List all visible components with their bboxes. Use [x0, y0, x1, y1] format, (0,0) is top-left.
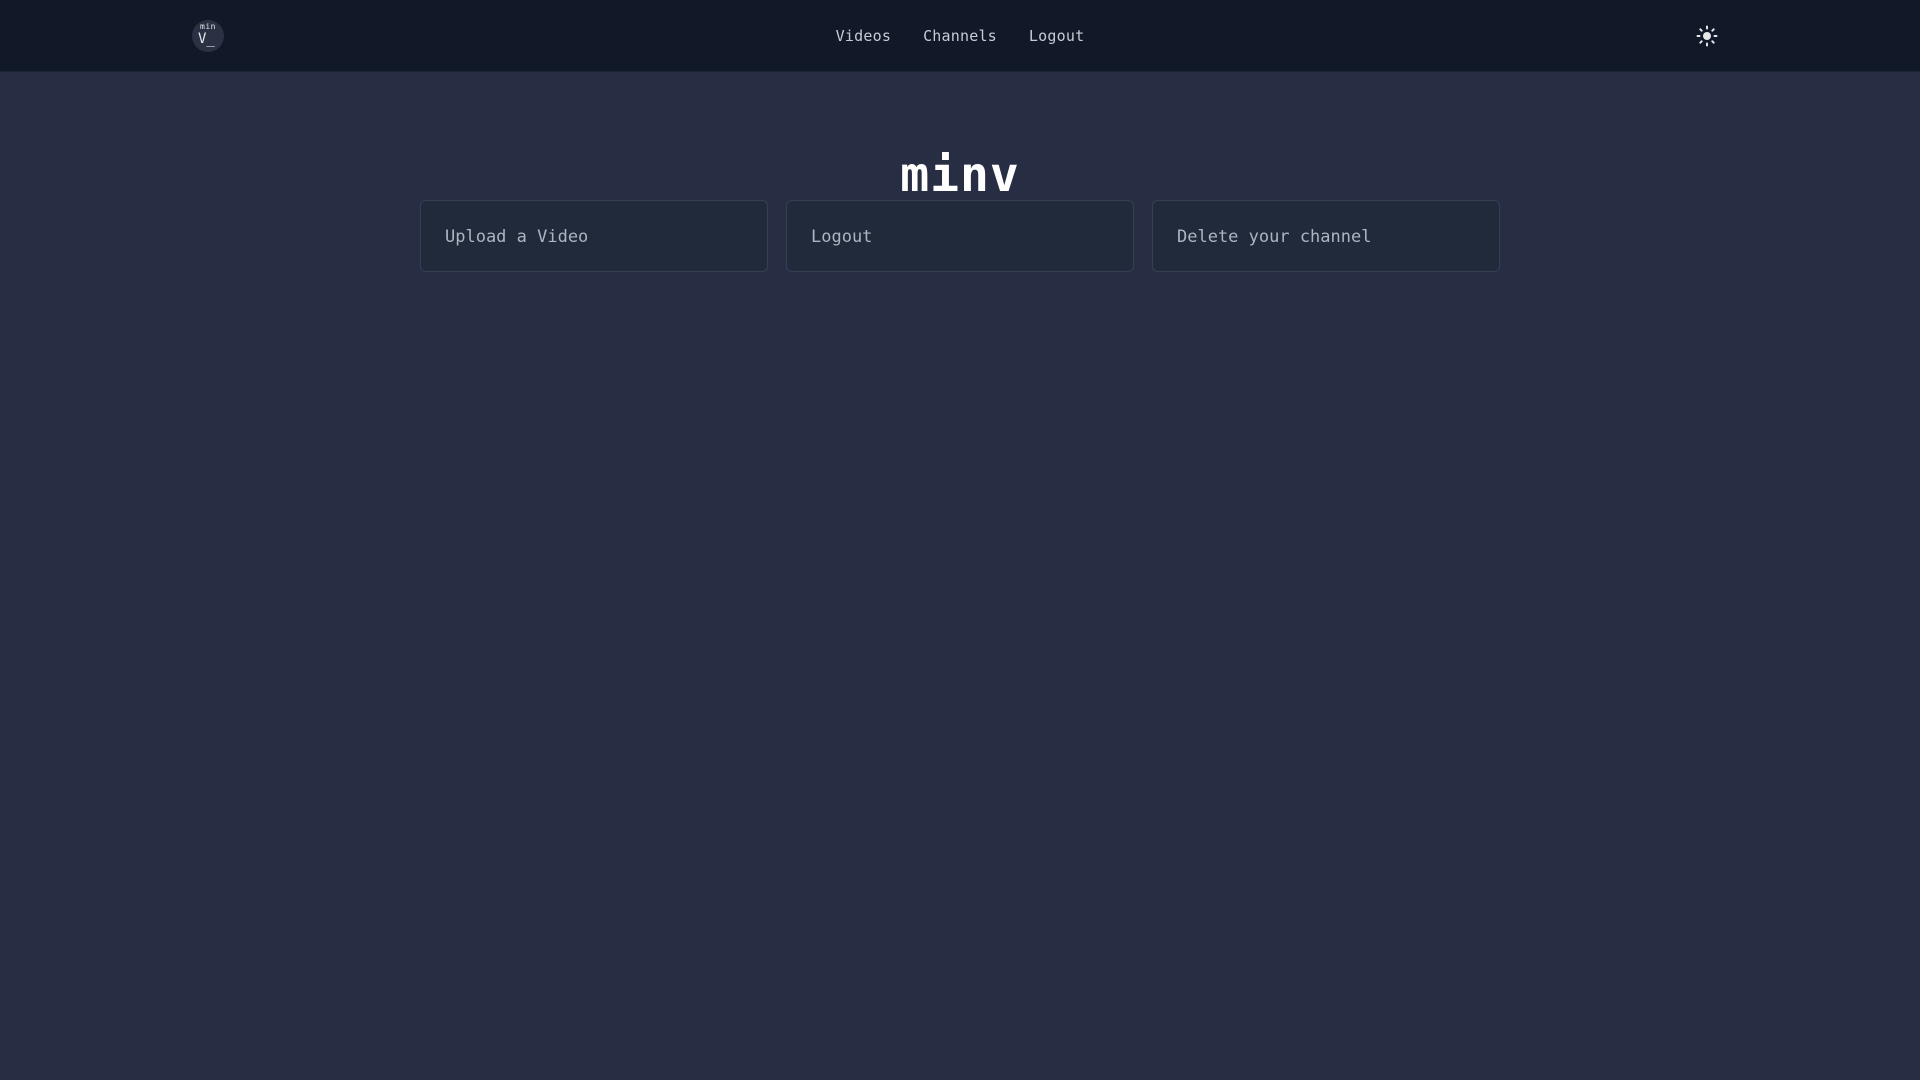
page-title: minv: [900, 147, 1020, 204]
delete-channel-card[interactable]: Delete your channel: [1152, 200, 1500, 272]
top-navbar: min V_ Videos Channels Logout: [0, 0, 1920, 72]
main-nav: Videos Channels Logout: [0, 0, 1920, 72]
nav-link-channels[interactable]: Channels: [923, 27, 997, 45]
nav-link-logout[interactable]: Logout: [1029, 27, 1084, 45]
nav-link-videos[interactable]: Videos: [836, 27, 891, 45]
upload-video-label: Upload a Video: [445, 227, 589, 247]
delete-channel-label: Delete your channel: [1177, 227, 1372, 247]
logout-card[interactable]: Logout: [786, 200, 1134, 272]
theme-toggle-button[interactable]: [1696, 25, 1718, 47]
logout-label: Logout: [811, 227, 873, 247]
sun-icon: [1696, 25, 1718, 47]
action-cards: Upload a Video Logout Delete your channe…: [420, 200, 1500, 274]
upload-video-card[interactable]: Upload a Video: [420, 200, 768, 272]
